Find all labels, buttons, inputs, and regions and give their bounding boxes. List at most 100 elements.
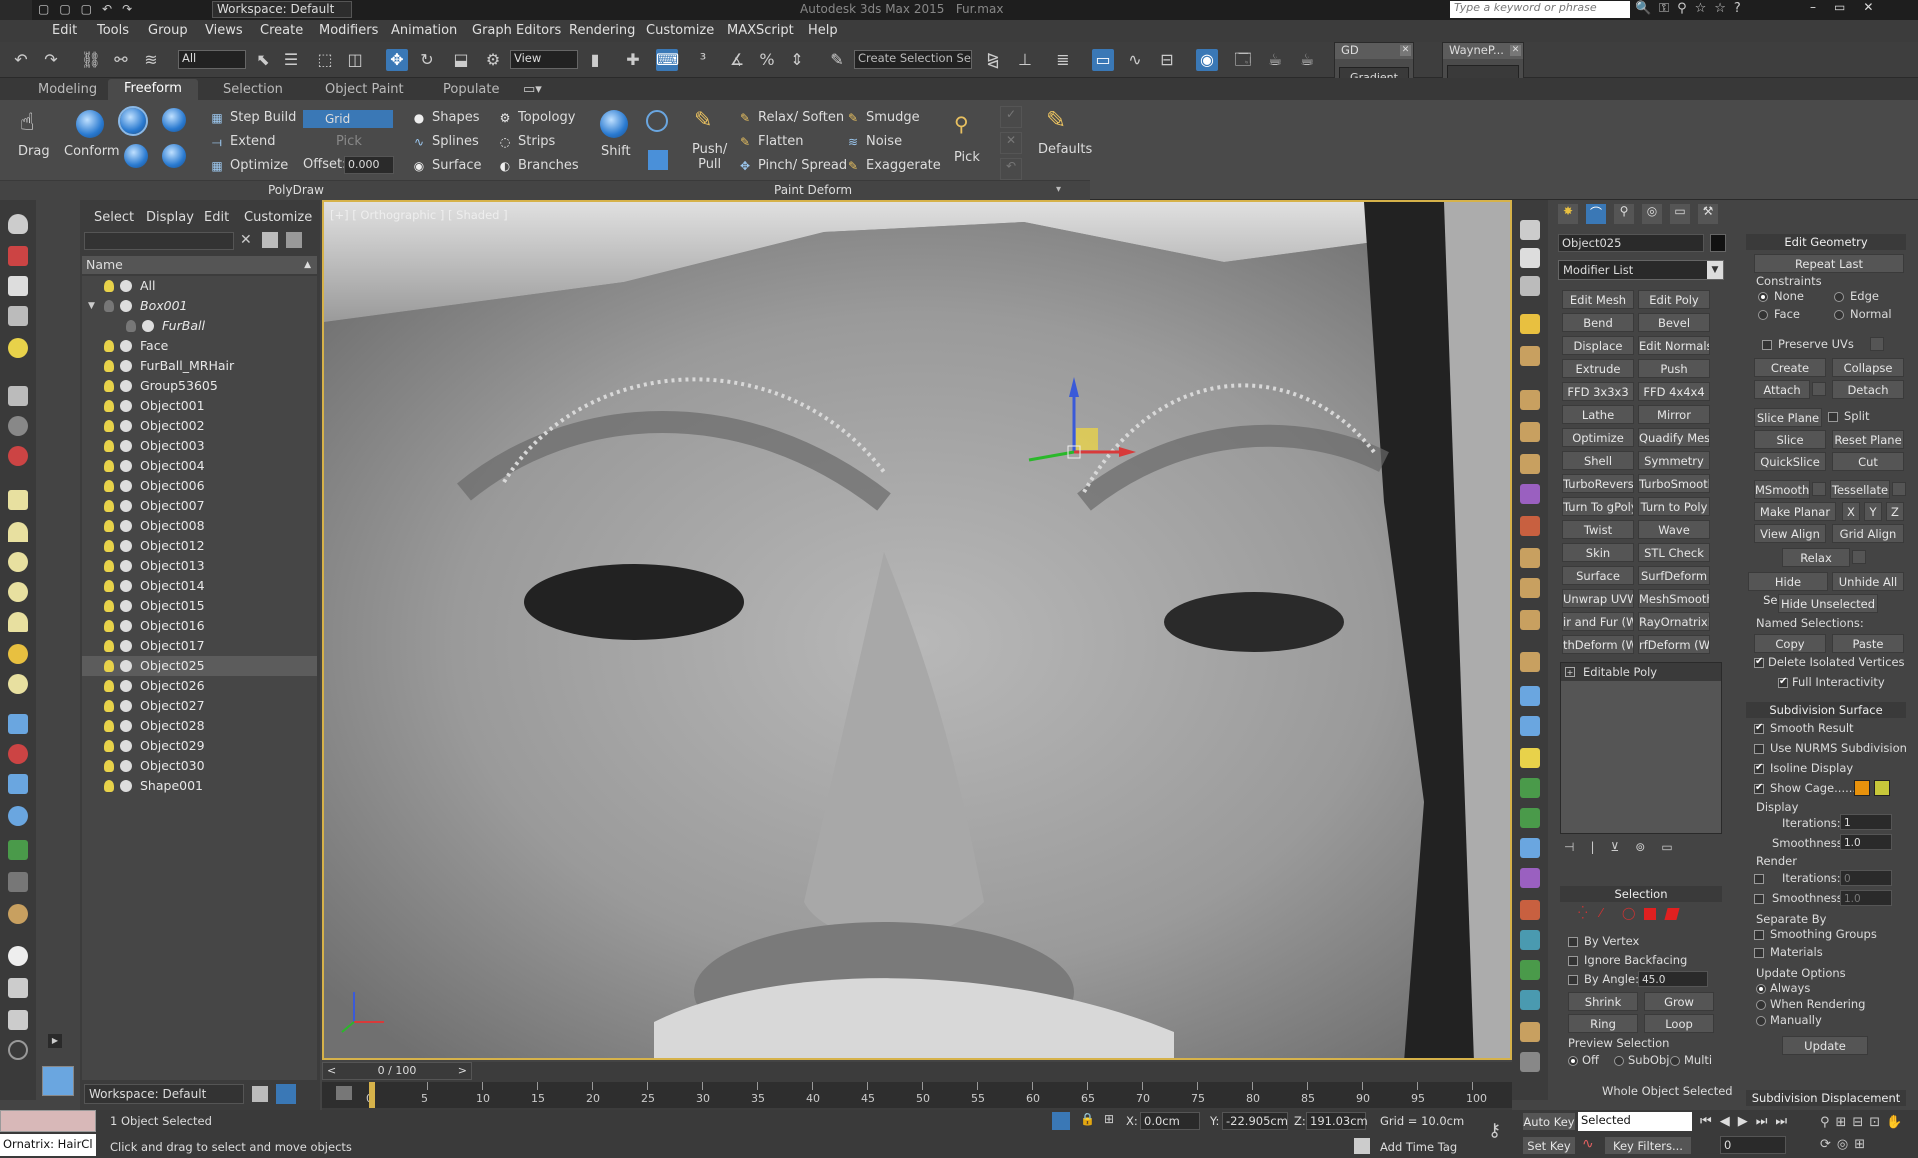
modifier-button[interactable]: Quadify Mesh <box>1638 428 1710 447</box>
constraint-none-radio[interactable] <box>1758 292 1768 302</box>
materials-checkbox[interactable] <box>1754 948 1764 958</box>
modifier-button[interactable]: RayOrnatrixMo <box>1638 612 1710 631</box>
list-item[interactable]: Face <box>82 336 317 356</box>
modifier-button[interactable]: FFD 3x3x3 <box>1562 382 1634 401</box>
place-icon[interactable]: ⚙ <box>482 49 504 71</box>
space-warp-icon[interactable] <box>8 446 28 466</box>
visibility-bulb-icon[interactable] <box>104 480 114 492</box>
visibility-bulb-icon[interactable] <box>104 540 114 552</box>
modifier-button[interactable]: Lathe <box>1562 405 1634 424</box>
collapse-button[interactable]: Collapse <box>1832 358 1904 377</box>
render-iterations-input[interactable]: 0 <box>1840 870 1892 886</box>
layers-icon[interactable] <box>252 1086 268 1102</box>
key-icon[interactable]: ⚷ <box>1488 1120 1501 1141</box>
tessellate-settings[interactable] <box>1892 482 1906 496</box>
polydraw-group-label[interactable]: PolyDraw <box>268 183 324 197</box>
preview-multi-radio[interactable] <box>1670 1056 1680 1066</box>
slice-button[interactable]: Slice <box>1754 430 1826 449</box>
push-pull-icon[interactable]: ✎ <box>694 108 722 136</box>
smooth-result-checkbox[interactable] <box>1754 722 1764 734</box>
unlink-icon[interactable]: ⚯ <box>110 49 132 71</box>
visibility-bulb-icon[interactable] <box>104 500 114 512</box>
visibility-bulb-icon[interactable] <box>104 740 114 752</box>
modifier-button[interactable]: Turn to Poly <box>1638 497 1710 516</box>
attach-settings[interactable] <box>1812 382 1826 396</box>
list-item[interactable]: Object016 <box>82 616 317 636</box>
hair-tool7-icon[interactable] <box>1520 548 1540 568</box>
preserve-uvs-settings[interactable] <box>1870 337 1884 351</box>
modifier-button[interactable]: SurfDeform <box>1638 566 1710 585</box>
use-nurms-checkbox[interactable] <box>1754 744 1764 754</box>
modifier-button[interactable]: Unwrap UVW <box>1562 589 1634 608</box>
isolate-icon[interactable] <box>1052 1112 1070 1130</box>
subdivision-surface-header[interactable]: Subdivision Surface <box>1746 702 1906 718</box>
create-tab-icon[interactable]: ✸ <box>1558 204 1578 224</box>
modifier-button[interactable]: ir and Fur (WS <box>1562 612 1634 631</box>
noise-button[interactable]: Noise <box>866 134 902 149</box>
select-object-icon[interactable]: ⬉ <box>252 49 274 71</box>
lock-icon[interactable] <box>1520 314 1540 334</box>
hair-tool14-icon[interactable] <box>1520 778 1540 798</box>
gd-close-icon[interactable]: ✕ <box>1400 45 1411 56</box>
visibility-bulb-icon[interactable] <box>104 560 114 572</box>
rendered-frame-icon[interactable]: ☕ <box>1264 49 1286 71</box>
viewport-orthographic[interactable]: [+] [ Orthographic ] [ Shaded ] <box>322 200 1512 1060</box>
modify-tab-icon[interactable]: ⌒ <box>1586 204 1606 224</box>
tab-object-paint[interactable]: Object Paint <box>325 82 404 97</box>
explorer-workspace-dropdown[interactable]: Workspace: Default <box>84 1084 244 1104</box>
constraint-edge-radio[interactable] <box>1834 292 1844 302</box>
panel-icon[interactable] <box>8 978 28 998</box>
spinner-snap-icon[interactable]: ⇕ <box>786 49 808 71</box>
list-item[interactable]: Object012 <box>82 536 317 556</box>
visibility-bulb-icon[interactable] <box>126 320 136 332</box>
hf-icon[interactable] <box>8 872 28 892</box>
hair-tool16-icon[interactable] <box>1520 838 1540 858</box>
reference-coord-dropdown[interactable]: View <box>510 50 578 69</box>
make-planar-button[interactable]: Make Planar <box>1754 502 1836 521</box>
menu-tools[interactable]: Tools <box>97 23 129 38</box>
modifier-button[interactable]: Skin <box>1562 543 1634 562</box>
freeze-icon[interactable] <box>120 480 132 492</box>
utilities-tab-icon[interactable]: ⚒ <box>1698 204 1718 224</box>
list-item[interactable]: Object003 <box>82 436 317 456</box>
shift-icon[interactable] <box>600 110 628 138</box>
cage-color-1-swatch[interactable] <box>1854 780 1870 796</box>
ignore-backfacing-checkbox[interactable] <box>1568 956 1578 966</box>
modifier-button[interactable]: TurboReverse <box>1562 474 1634 493</box>
freeze-icon[interactable] <box>120 500 132 512</box>
cp-bar-icon-1[interactable] <box>1520 220 1540 240</box>
tab-edit[interactable]: Edit <box>204 210 229 225</box>
bones-icon[interactable] <box>8 744 28 764</box>
scale-icon[interactable]: ⬓ <box>450 49 472 71</box>
list-item[interactable]: ▼ Box001 <box>82 296 317 316</box>
disc-icon[interactable] <box>8 674 28 694</box>
object-name-input[interactable]: Object025 <box>1558 234 1704 252</box>
select-manipulate-icon[interactable]: ✚ <box>622 49 644 71</box>
update-manually-radio[interactable] <box>1756 1016 1766 1026</box>
named-selection-dropdown[interactable]: Create Selection Se <box>854 50 972 69</box>
modifier-button[interactable]: Edit Poly <box>1638 290 1710 309</box>
white-sphere-icon[interactable] <box>8 946 28 966</box>
extend-button[interactable]: Extend <box>230 134 276 149</box>
freeze-icon[interactable] <box>120 300 132 312</box>
hair-tool2-icon[interactable] <box>1520 390 1540 410</box>
selection-filter-dropdown[interactable]: All <box>178 50 246 69</box>
freeze-icon[interactable] <box>120 440 132 452</box>
list-item[interactable]: Object006 <box>82 476 317 496</box>
freeze-icon[interactable] <box>120 460 132 472</box>
freeze-icon[interactable] <box>120 780 132 792</box>
ribbon-options-icon[interactable]: ▭▾ <box>523 82 542 97</box>
visibility-bulb-icon[interactable] <box>104 780 114 792</box>
list-item[interactable]: Shape001 <box>82 776 317 796</box>
rotate-icon[interactable]: ↻ <box>416 49 438 71</box>
conform-brush-icon[interactable] <box>118 106 148 136</box>
freeze-icon[interactable] <box>120 760 132 772</box>
list-item[interactable]: Object025 <box>82 656 317 676</box>
wayne-close-icon[interactable]: ✕ <box>1510 45 1521 56</box>
visibility-bulb-icon[interactable] <box>104 460 114 472</box>
modifier-button[interactable]: Optimize <box>1562 428 1634 447</box>
rect-selection-icon[interactable]: ⬚ <box>314 49 336 71</box>
render-production-icon[interactable]: ☕ <box>1296 49 1318 71</box>
hair-tool6-icon[interactable] <box>1520 516 1540 536</box>
tab-selection[interactable]: Selection <box>223 82 283 97</box>
